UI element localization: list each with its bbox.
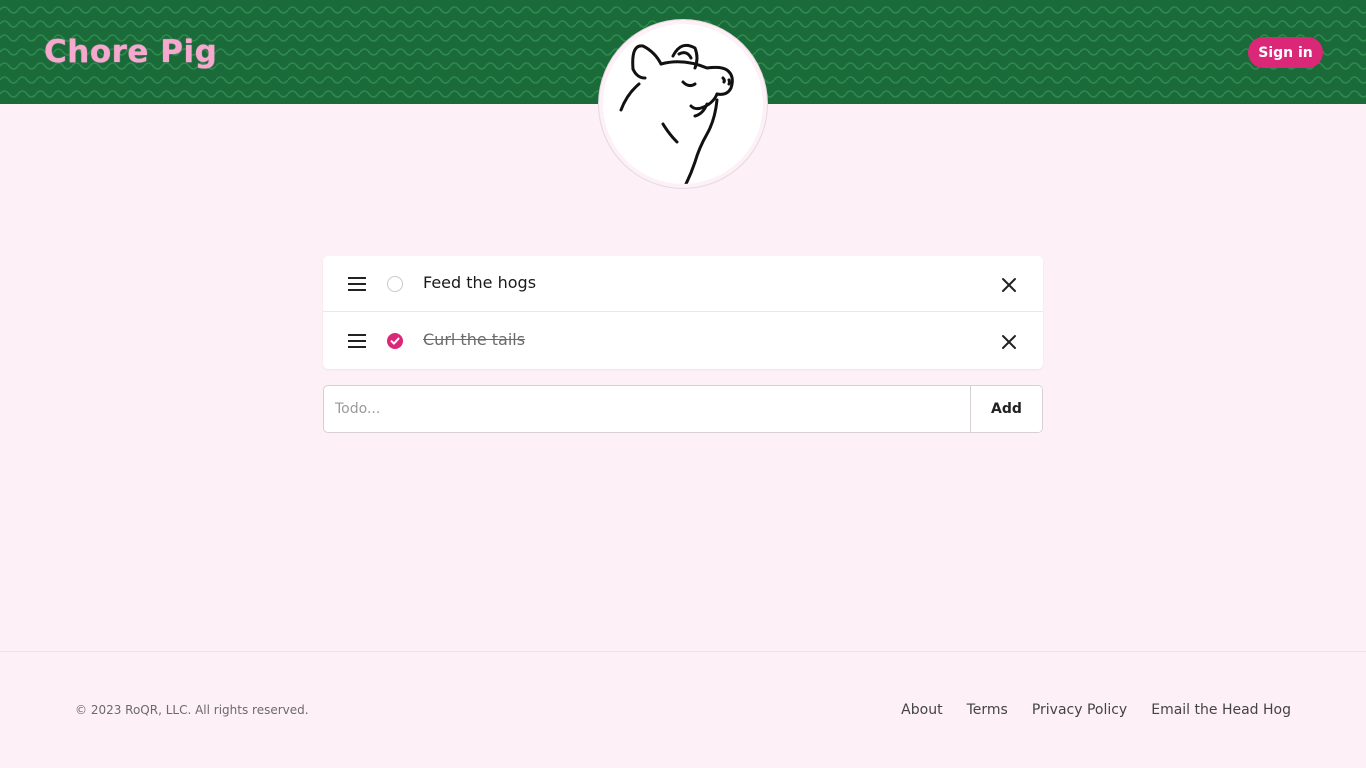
add-button[interactable]: Add: [970, 386, 1042, 432]
footer-link-about[interactable]: About: [901, 702, 942, 718]
todo-checkbox-checked[interactable]: [387, 333, 403, 349]
todo-text: Feed the hogs: [423, 273, 537, 292]
site-logo[interactable]: Chore Pig: [44, 34, 217, 70]
footer-links: About Terms Privacy Policy Email the Hea…: [901, 702, 1291, 718]
footer-link-email[interactable]: Email the Head Hog: [1151, 702, 1291, 718]
pig-avatar: [599, 20, 767, 188]
checkmark-icon: [390, 337, 400, 345]
footer-link-terms[interactable]: Terms: [967, 702, 1008, 718]
drag-handle-icon[interactable]: [348, 333, 366, 349]
footer-link-privacy[interactable]: Privacy Policy: [1032, 702, 1127, 718]
sign-in-button[interactable]: Sign in: [1248, 37, 1323, 68]
site-footer: © 2023 RoQR, LLC. All rights reserved. A…: [0, 651, 1366, 768]
todo-checkbox[interactable]: [387, 276, 403, 292]
copyright-text: © 2023 RoQR, LLC. All rights reserved.: [75, 703, 309, 717]
todo-input[interactable]: [324, 386, 970, 432]
drag-handle-icon[interactable]: [348, 276, 366, 292]
close-icon[interactable]: [1001, 334, 1017, 350]
todo-item: Curl the tails: [323, 313, 1043, 369]
todo-list: Feed the hogs Curl the tails: [323, 256, 1043, 369]
add-todo-form: Add: [323, 385, 1043, 433]
todo-item: Feed the hogs: [323, 256, 1043, 312]
pig-head-icon: [619, 43, 734, 184]
todo-text: Curl the tails: [423, 330, 526, 349]
close-icon[interactable]: [1001, 277, 1017, 293]
